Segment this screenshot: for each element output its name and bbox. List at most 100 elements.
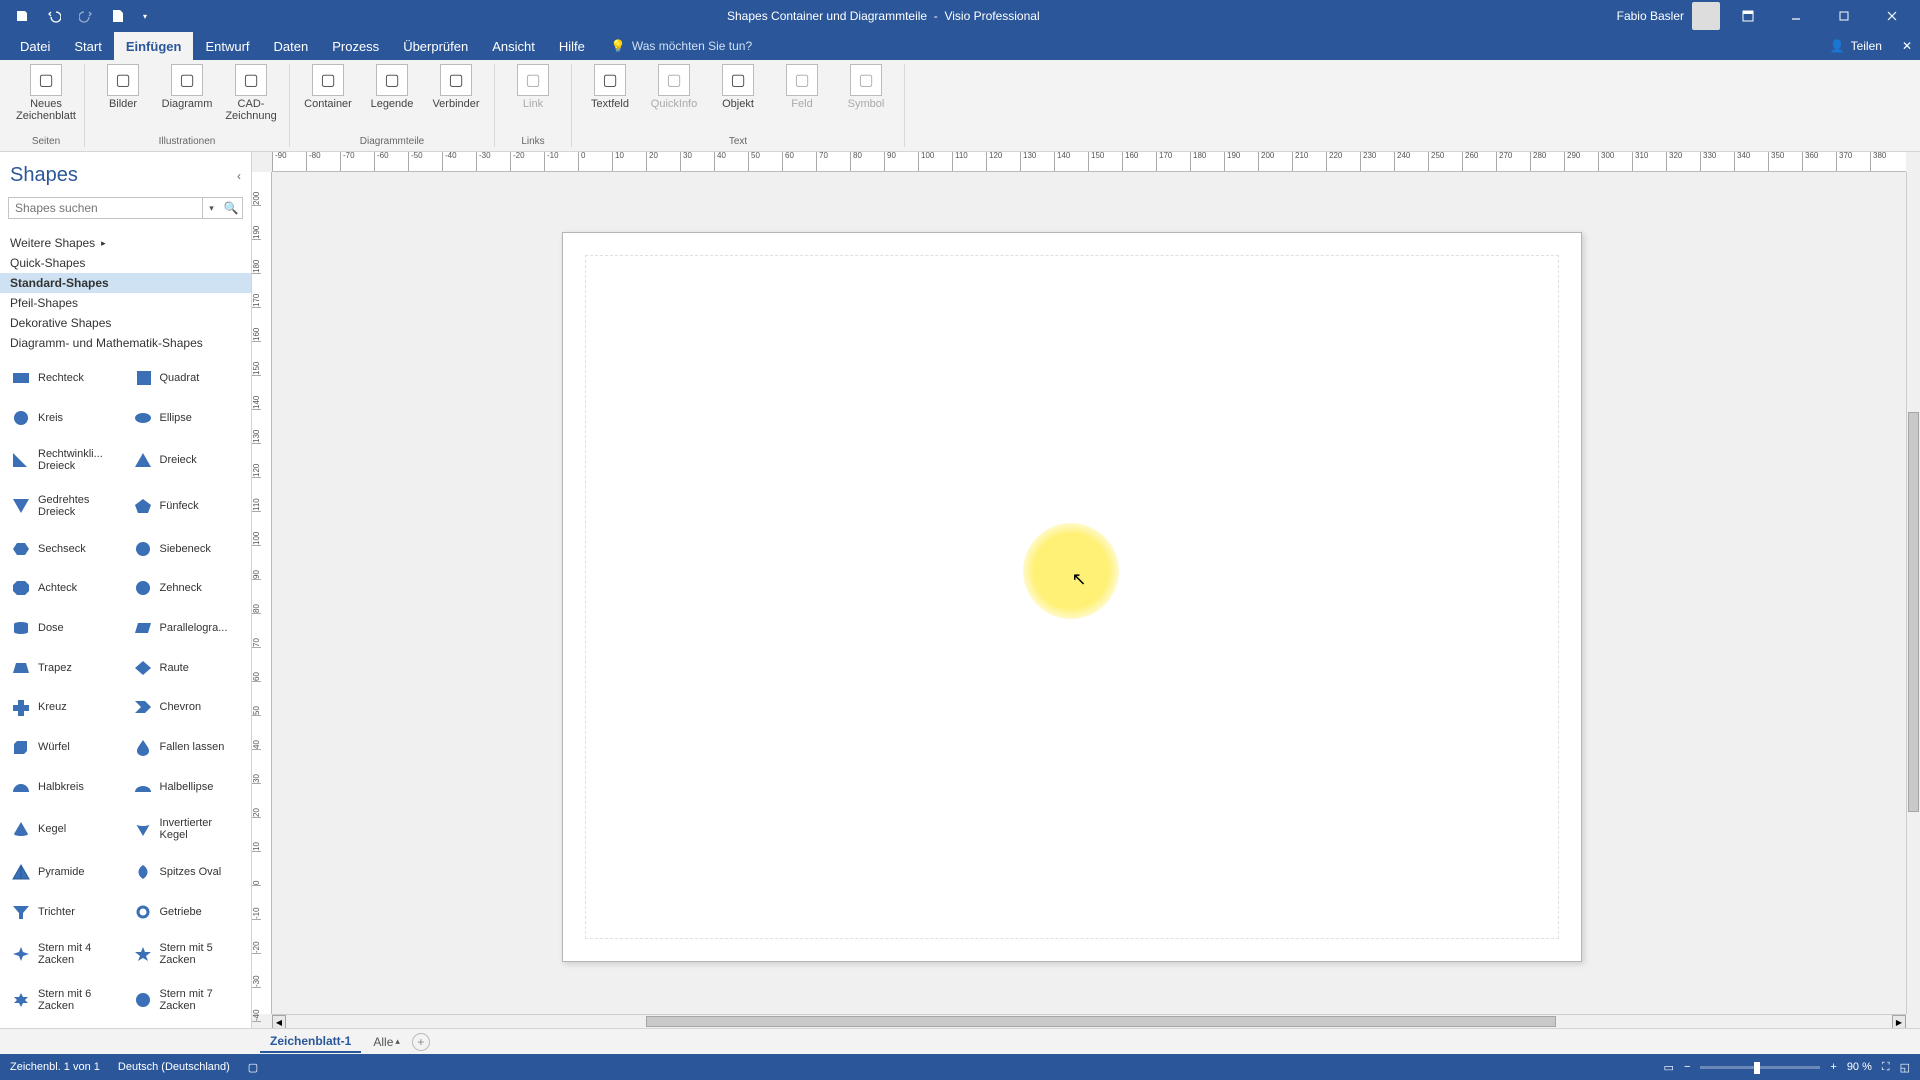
shape-label: Quadrat xyxy=(160,372,200,384)
shape-stencil-halfe[interactable]: Halbellipse xyxy=(128,772,246,802)
circle-icon xyxy=(10,409,32,427)
shape-stencil-rtri[interactable]: Rechtwinkli... Dreieck xyxy=(6,442,124,478)
hscroll-thumb[interactable] xyxy=(646,1016,1556,1027)
vscroll-thumb[interactable] xyxy=(1908,412,1919,812)
shape-stencil-chev[interactable]: Chevron xyxy=(128,693,246,723)
shape-stencil-circle[interactable]: Kreis xyxy=(6,403,124,433)
legende-button[interactable]: ▢Legende xyxy=(364,64,420,110)
tab-einfügen[interactable]: Einfügen xyxy=(114,32,194,60)
shape-stencil-hex[interactable]: Sechseck xyxy=(6,534,124,564)
shape-stencil-gear[interactable]: Getriebe xyxy=(128,897,246,927)
search-go-icon[interactable]: 🔍 xyxy=(220,198,242,218)
add-sheet-button[interactable]: + xyxy=(412,1033,430,1051)
minimize-icon[interactable] xyxy=(1776,4,1816,28)
cad-zeichnung-button[interactable]: ▢CAD- Zeichnung xyxy=(223,64,279,122)
canvas-area[interactable]: -90-80-70-60-50-40-30-20-100102030405060… xyxy=(252,152,1920,1028)
shape-stencil-star7[interactable]: Stern mit 7 Zacken xyxy=(128,982,246,1018)
vertical-scrollbar[interactable] xyxy=(1906,172,1920,1014)
diagramm-button[interactable]: ▢Diagramm xyxy=(159,64,215,110)
bilder-button[interactable]: ▢Bilder xyxy=(95,64,151,110)
shapes-search-input[interactable] xyxy=(9,198,202,218)
zoom-out-icon[interactable]: − xyxy=(1684,1061,1690,1073)
fit-page-icon[interactable]: ⛶ xyxy=(1882,1061,1890,1074)
shape-category[interactable]: Diagramm- und Mathematik-Shapes xyxy=(0,333,251,353)
shape-stencil-cone[interactable]: Kegel xyxy=(6,812,124,848)
shape-label: Achteck xyxy=(38,582,77,594)
verbinder-button[interactable]: ▢Verbinder xyxy=(428,64,484,110)
zoom-level[interactable]: 90 % xyxy=(1847,1061,1872,1073)
language-status[interactable]: Deutsch (Deutschland) xyxy=(118,1061,230,1073)
shape-category[interactable]: Dekorative Shapes xyxy=(0,313,251,333)
user-name[interactable]: Fabio Basler xyxy=(1617,9,1684,23)
undo-icon[interactable] xyxy=(44,6,64,26)
hscroll-left-icon[interactable]: ◀ xyxy=(272,1015,286,1028)
new-doc-icon[interactable] xyxy=(108,6,128,26)
tab-überprüfen[interactable]: Überprüfen xyxy=(391,32,480,60)
zoom-slider[interactable] xyxy=(1700,1066,1820,1069)
qat-customize-icon[interactable]: ▾ xyxy=(140,6,150,26)
shape-stencil-oct[interactable]: Achteck xyxy=(6,573,124,603)
shape-stencil-dec[interactable]: Zehneck xyxy=(128,573,246,603)
tab-ansicht[interactable]: Ansicht xyxy=(480,32,547,60)
close-pane-icon[interactable]: ✕ xyxy=(1902,39,1912,53)
sheet-tab-1[interactable]: Zeichenblatt-1 xyxy=(260,1031,361,1053)
presentation-mode-icon[interactable]: ▭ xyxy=(1664,1061,1674,1074)
shape-category[interactable]: Weitere Shapes▸ xyxy=(0,233,251,253)
close-icon[interactable] xyxy=(1872,4,1912,28)
shape-category[interactable]: Quick-Shapes xyxy=(0,253,251,273)
shape-stencil-rotri[interactable]: Gedrehtes Dreieck xyxy=(6,488,124,524)
shape-stencil-funnel[interactable]: Trichter xyxy=(6,897,124,927)
shape-label: Dreieck xyxy=(160,454,197,466)
redo-icon[interactable] xyxy=(76,6,96,26)
shape-category[interactable]: Pfeil-Shapes xyxy=(0,293,251,313)
neues-zeichenblatt-button[interactable]: ▢Neues Zeichenblatt xyxy=(18,64,74,122)
shape-stencil-star4[interactable]: Stern mit 4 Zacken xyxy=(6,937,124,973)
ribbon-display-options-icon[interactable] xyxy=(1728,4,1768,28)
tab-hilfe[interactable]: Hilfe xyxy=(547,32,597,60)
objekt-button[interactable]: ▢Objekt xyxy=(710,64,766,110)
tab-daten[interactable]: Daten xyxy=(262,32,321,60)
save-icon[interactable] xyxy=(12,6,32,26)
shape-stencil-rect[interactable]: Rechteck xyxy=(6,363,124,393)
search-dropdown-icon[interactable]: ▾ xyxy=(202,198,220,218)
shape-stencil-hept[interactable]: Siebeneck xyxy=(128,534,246,564)
shape-stencil-diam[interactable]: Raute xyxy=(128,653,246,683)
horizontal-scrollbar[interactable]: ◀ ▶ xyxy=(272,1014,1906,1028)
shape-stencil-ellipse[interactable]: Ellipse xyxy=(128,403,246,433)
shape-stencil-halfc[interactable]: Halbkreis xyxy=(6,772,124,802)
shape-stencil-star5[interactable]: Stern mit 5 Zacken xyxy=(128,937,246,973)
tab-start[interactable]: Start xyxy=(62,32,113,60)
maximize-icon[interactable] xyxy=(1824,4,1864,28)
shape-label: Trapez xyxy=(38,662,72,674)
shape-category[interactable]: Standard-Shapes xyxy=(0,273,251,293)
shape-stencil-icone[interactable]: Invertierter Kegel xyxy=(128,812,246,848)
shape-stencil-star6[interactable]: Stern mit 6 Zacken xyxy=(6,982,124,1018)
textfeld-button[interactable]: ▢Textfeld xyxy=(582,64,638,110)
tell-me-search[interactable]: 💡 Was möchten Sie tun? xyxy=(611,39,752,53)
tab-entwurf[interactable]: Entwurf xyxy=(193,32,261,60)
avatar[interactable] xyxy=(1692,2,1720,30)
shape-stencil-cube[interactable]: Würfel xyxy=(6,732,124,762)
shape-stencil-drop[interactable]: Fallen lassen xyxy=(128,732,246,762)
shape-stencil-square[interactable]: Quadrat xyxy=(128,363,246,393)
shape-stencil-can[interactable]: Dose xyxy=(6,613,124,643)
zoom-in-icon[interactable]: + xyxy=(1830,1061,1836,1073)
drawing-page[interactable]: ↖ xyxy=(562,232,1582,962)
shape-stencil-pent[interactable]: Fünfeck xyxy=(128,488,246,524)
container-button[interactable]: ▢Container xyxy=(300,64,356,110)
share-button[interactable]: Teilen xyxy=(1851,39,1882,53)
shape-stencil-tri[interactable]: Dreieck xyxy=(128,442,246,478)
shape-stencil-pyr[interactable]: Pyramide xyxy=(6,857,124,887)
fullscreen-icon[interactable]: ◱ xyxy=(1900,1061,1910,1074)
macro-record-icon[interactable]: ▢ xyxy=(248,1061,258,1074)
hscroll-right-icon[interactable]: ▶ xyxy=(1892,1015,1906,1028)
sheet-tab-all[interactable]: Alle ▴ xyxy=(373,1035,400,1049)
tab-prozess[interactable]: Prozess xyxy=(320,32,391,60)
tab-datei[interactable]: Datei xyxy=(8,32,62,60)
quickinfo-icon: ▢ xyxy=(658,64,690,96)
shape-stencil-cross[interactable]: Kreuz xyxy=(6,693,124,723)
shape-stencil-trap[interactable]: Trapez xyxy=(6,653,124,683)
shape-stencil-soval[interactable]: Spitzes Oval xyxy=(128,857,246,887)
shape-stencil-para[interactable]: Parallelogra... xyxy=(128,613,246,643)
collapse-pane-icon[interactable]: ‹ xyxy=(237,169,241,183)
